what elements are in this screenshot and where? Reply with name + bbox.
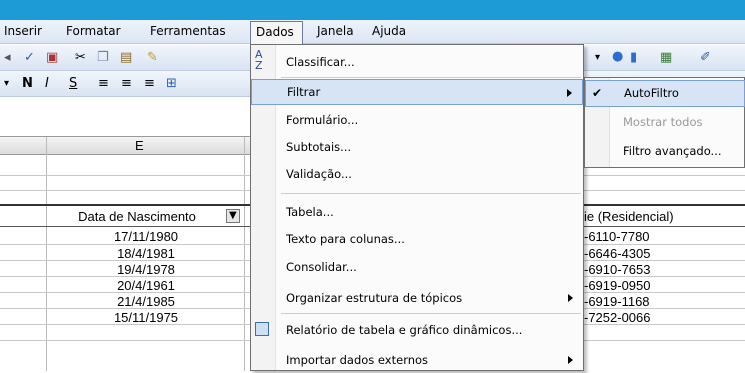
menu-item-label: Mostrar todos [623,115,703,129]
drawing-icon[interactable]: ✐ [700,50,711,66]
column-e-header[interactable]: E [135,138,144,153]
autofilter-dropdown-button[interactable]: ▼ [226,209,240,223]
table-cell[interactable]: -6919-1168 [584,294,650,309]
table-cell[interactable]: -6910-7653 [584,262,651,277]
bold-button[interactable]: N [22,76,33,92]
menu-separator [281,77,581,78]
merge-center-icon[interactable]: ⊞ [166,76,177,92]
submenu-item-autofiltro[interactable]: ✔ AutoFiltro [585,80,745,107]
menu-item-label: Consolidar... [286,260,357,274]
font-size-dropdown-icon[interactable]: ▾ [4,76,9,92]
header-cell-data-nascimento[interactable]: Data de Nascimento [48,209,226,224]
menu-item-organizar-topicos[interactable]: Organizar estrutura de tópicos [251,285,583,311]
format-painter-icon[interactable]: ✎ [147,50,158,66]
menu-inserir[interactable]: Inserir [4,24,42,38]
table-cell[interactable]: 17/11/1980 [48,229,244,244]
menu-item-label: Tabela... [286,205,334,219]
table-cell[interactable]: 20/4/1961 [48,278,244,293]
menu-item-texto-colunas[interactable]: Texto para colunas... [251,226,583,252]
dados-menu: AZ Classificar... Filtrar Formulário... … [250,44,584,371]
menu-item-label: Formulário... [286,113,359,127]
submenu-item-filtro-avancado[interactable]: Filtro avançado... [585,138,745,165]
menu-dados[interactable]: Dados [250,21,303,45]
menu-item-label: Filtrar [287,85,321,99]
table-cell[interactable]: 15/11/1975 [48,310,244,325]
dropdown-arrow-icon[interactable]: ▾ [595,50,600,66]
table-cell[interactable]: 19/4/1978 [48,262,244,277]
table-cell[interactable]: -6110-7780 [584,229,650,244]
align-center-icon[interactable]: ≡ [121,76,132,92]
menu-item-importar-dados[interactable]: Importar dados externos [251,347,583,373]
grid-line [46,137,47,371]
copy-icon[interactable]: ❐ [97,50,109,66]
window-title-strip [0,0,745,20]
align-left-icon[interactable]: ≡ [98,76,109,92]
table-cell[interactable]: -6646-4305 [584,246,651,261]
chevron-down-icon: ▼ [229,210,237,221]
submenu-arrow-icon [568,356,573,364]
help-icon[interactable]: ● [612,49,623,65]
research-icon[interactable]: ▣ [46,50,58,66]
chart-bar-icon[interactable]: ▮ [630,50,637,66]
menu-item-subtotais[interactable]: Subtotais... [251,134,583,160]
underline-button[interactable]: S [69,76,77,92]
menu-item-formulario[interactable]: Formulário... [251,107,583,133]
menu-item-classificar[interactable]: AZ Classificar... [251,49,583,75]
pivot-table-icon [255,322,269,336]
menu-ferramentas[interactable]: Ferramentas [150,24,226,38]
menu-item-label: Relatório de tabela e gráfico dinâmicos.… [286,323,523,337]
cut-icon[interactable]: ✂ [75,50,86,66]
menu-item-label: Filtro avançado... [623,144,722,158]
menu-separator [281,193,581,194]
menu-item-label: Validação... [286,167,352,181]
align-right-icon[interactable]: ≡ [144,76,155,92]
menu-ajuda[interactable]: Ajuda [372,24,406,38]
toolbar-icon-partial[interactable]: ◂ [4,50,11,66]
menu-separator [281,313,581,314]
submenu-item-mostrar-todos: Mostrar todos [585,109,745,136]
menu-item-relatorio-dinamico[interactable]: Relatório de tabela e gráfico dinâmicos.… [251,317,583,343]
menu-item-consolidar[interactable]: Consolidar... [251,254,583,280]
table-cell[interactable]: 18/4/1981 [48,246,244,261]
header-cell-phone[interactable]: ie (Residencial) [584,209,674,224]
filtrar-submenu: ✔ AutoFiltro Mostrar todos Filtro avança… [584,77,745,168]
menu-item-tabela[interactable]: Tabela... [251,199,583,225]
sort-az-icon: AZ [255,48,263,72]
menu-item-label: Importar dados externos [286,353,429,367]
menu-bar: Inserir Formatar Ferramentas Janela Ajud… [0,20,745,44]
spellcheck-icon[interactable]: ✓ [24,50,35,66]
menu-item-filtrar[interactable]: Filtrar [251,79,583,105]
chart-wizard-icon[interactable]: ▦ [660,50,672,66]
table-cell[interactable]: 21/4/1985 [48,294,244,309]
menu-formatar[interactable]: Formatar [66,24,121,38]
menu-item-label: Classificar... [286,55,355,69]
menu-item-label: Subtotais... [286,140,352,154]
table-cell[interactable]: -6919-0950 [584,278,651,293]
menu-item-label: Texto para colunas... [286,232,405,246]
menu-janela[interactable]: Janela [317,24,354,38]
menu-item-validacao[interactable]: Validação... [251,161,583,187]
submenu-arrow-icon [568,294,573,302]
submenu-arrow-icon [567,89,572,97]
checkmark-icon: ✔ [592,86,603,100]
menu-item-label: Organizar estrutura de tópicos [286,291,463,305]
menu-item-label: AutoFiltro [624,86,679,100]
paste-icon[interactable]: ▤ [120,50,132,66]
grid-line [244,137,245,371]
italic-button[interactable]: I [45,76,49,92]
table-cell[interactable]: -7252-0066 [584,310,651,325]
